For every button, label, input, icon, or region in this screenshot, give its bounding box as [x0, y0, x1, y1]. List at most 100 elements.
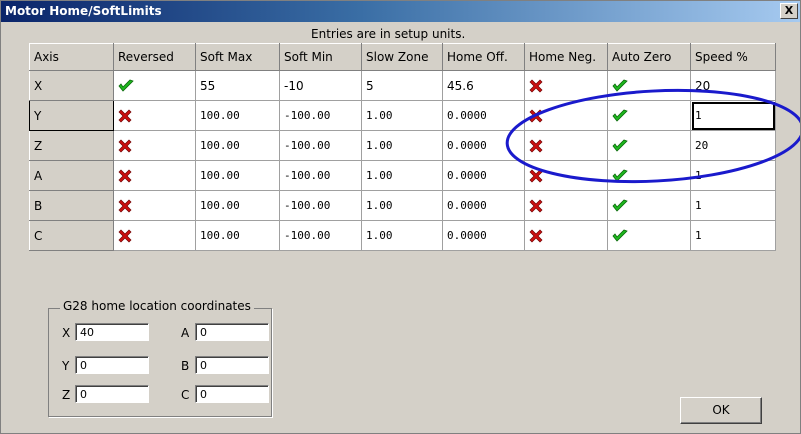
home-off-cell[interactable]: 0.0000: [442, 160, 525, 191]
col-header-home-neg[interactable]: Home Neg.: [524, 43, 608, 71]
reversed-cell[interactable]: [113, 70, 196, 101]
home-off-cell[interactable]: 0.0000: [442, 130, 525, 161]
reversed-cell[interactable]: [113, 160, 196, 191]
grid-body: X 55 -10 5 45.6 20 Y 100.00 -100.00 1.00 0.0000 1 Z 1…: [29, 70, 776, 251]
soft-min-cell[interactable]: -100.00: [279, 100, 362, 131]
home-off-cell[interactable]: 0.0000: [442, 190, 525, 221]
g28-x-field[interactable]: [75, 323, 149, 341]
grid-row-y[interactable]: Y 100.00 -100.00 1.00 0.0000 1: [29, 100, 776, 131]
reversed-cell[interactable]: [113, 190, 196, 221]
speed-cell[interactable]: 1: [690, 100, 776, 131]
col-header-auto-zero[interactable]: Auto Zero: [607, 43, 691, 71]
reversed-cell[interactable]: [113, 220, 196, 251]
g28-a-field[interactable]: [195, 323, 269, 341]
check-icon: [118, 79, 134, 94]
g28-b-field[interactable]: [195, 356, 269, 374]
col-header-speed[interactable]: Speed %: [690, 43, 776, 71]
grid-row-c[interactable]: C 100.00 -100.00 1.00 0.0000 1: [29, 220, 776, 251]
g28-y-field[interactable]: [75, 356, 149, 374]
soft-max-cell[interactable]: 100.00: [195, 220, 280, 251]
check-icon: [612, 109, 628, 124]
grid-row-x[interactable]: X 55 -10 5 45.6 20: [29, 70, 776, 101]
col-header-soft-max[interactable]: Soft Max: [195, 43, 280, 71]
auto-zero-cell[interactable]: [607, 160, 691, 191]
home-neg-cell[interactable]: [524, 100, 608, 131]
motor-home-softlimits-dialog: Motor Home/SoftLimits X Entries are in s…: [0, 0, 801, 434]
soft-min-cell[interactable]: -100.00: [279, 190, 362, 221]
soft-max-cell[interactable]: 100.00: [195, 100, 280, 131]
g28-y-label: Y: [62, 359, 70, 373]
slow-zone-cell[interactable]: 5: [361, 70, 443, 101]
speed-cell[interactable]: 20: [690, 70, 776, 101]
axis-label[interactable]: Y: [29, 100, 114, 131]
home-neg-cell[interactable]: [524, 160, 608, 191]
axis-label[interactable]: X: [29, 70, 114, 101]
slow-zone-cell[interactable]: 1.00: [361, 160, 443, 191]
cross-icon: [118, 109, 132, 124]
cross-icon: [118, 229, 132, 244]
ok-button[interactable]: OK: [680, 397, 762, 424]
home-neg-cell[interactable]: [524, 190, 608, 221]
axis-label[interactable]: Z: [29, 130, 114, 161]
grid-row-b[interactable]: B 100.00 -100.00 1.00 0.0000 1: [29, 190, 776, 221]
grid-row-a[interactable]: A 100.00 -100.00 1.00 0.0000 1: [29, 160, 776, 191]
axis-label[interactable]: C: [29, 220, 114, 251]
home-off-cell[interactable]: 0.0000: [442, 100, 525, 131]
speed-cell[interactable]: 1: [690, 190, 776, 221]
cross-icon: [529, 109, 543, 124]
speed-cell[interactable]: 1: [690, 160, 776, 191]
grid-row-z[interactable]: Z 100.00 -100.00 1.00 0.0000 20: [29, 130, 776, 161]
cross-icon: [529, 199, 543, 214]
cross-icon: [118, 169, 132, 184]
slow-zone-cell[interactable]: 1.00: [361, 100, 443, 131]
cross-icon: [529, 139, 543, 154]
g28-c-field[interactable]: [195, 385, 269, 403]
softlimits-grid: Axis Reversed Soft Max Soft Min Slow Zon…: [29, 43, 776, 251]
home-neg-cell[interactable]: [524, 220, 608, 251]
cross-icon: [529, 79, 543, 94]
auto-zero-cell[interactable]: [607, 70, 691, 101]
soft-max-cell[interactable]: 100.00: [195, 190, 280, 221]
reversed-cell[interactable]: [113, 100, 196, 131]
check-icon: [612, 79, 628, 94]
auto-zero-cell[interactable]: [607, 220, 691, 251]
auto-zero-cell[interactable]: [607, 130, 691, 161]
home-neg-cell[interactable]: [524, 130, 608, 161]
col-header-slow-zone[interactable]: Slow Zone: [361, 43, 443, 71]
home-off-cell[interactable]: 0.0000: [442, 220, 525, 251]
cross-icon: [118, 199, 132, 214]
close-button[interactable]: X: [780, 3, 798, 19]
soft-max-cell[interactable]: 100.00: [195, 130, 280, 161]
soft-min-cell[interactable]: -100.00: [279, 160, 362, 191]
home-off-cell[interactable]: 45.6: [442, 70, 525, 101]
soft-min-cell[interactable]: -100.00: [279, 220, 362, 251]
check-icon: [612, 139, 628, 154]
soft-min-cell[interactable]: -100.00: [279, 130, 362, 161]
g28-group-label: G28 home location coordinates: [60, 299, 254, 313]
slow-zone-cell[interactable]: 1.00: [361, 190, 443, 221]
soft-max-cell[interactable]: 55: [195, 70, 280, 101]
g28-z-field[interactable]: [75, 385, 149, 403]
g28-b-label: B: [181, 359, 190, 373]
slow-zone-cell[interactable]: 1.00: [361, 220, 443, 251]
auto-zero-cell[interactable]: [607, 100, 691, 131]
speed-cell[interactable]: 1: [690, 220, 776, 251]
axis-label[interactable]: B: [29, 190, 114, 221]
slow-zone-cell[interactable]: 1.00: [361, 130, 443, 161]
reversed-cell[interactable]: [113, 130, 196, 161]
soft-min-cell[interactable]: -10: [279, 70, 362, 101]
title-bar[interactable]: Motor Home/SoftLimits X: [1, 1, 800, 22]
check-icon: [612, 229, 628, 244]
col-header-axis[interactable]: Axis: [29, 43, 114, 71]
window-title: Motor Home/SoftLimits: [5, 4, 162, 18]
cross-icon: [118, 139, 132, 154]
grid-header-row: Axis Reversed Soft Max Soft Min Slow Zon…: [29, 43, 776, 71]
home-neg-cell[interactable]: [524, 70, 608, 101]
soft-max-cell[interactable]: 100.00: [195, 160, 280, 191]
col-header-soft-min[interactable]: Soft Min: [279, 43, 362, 71]
axis-label[interactable]: A: [29, 160, 114, 191]
col-header-home-off[interactable]: Home Off.: [442, 43, 525, 71]
speed-cell[interactable]: 20: [690, 130, 776, 161]
auto-zero-cell[interactable]: [607, 190, 691, 221]
col-header-reversed[interactable]: Reversed: [113, 43, 196, 71]
